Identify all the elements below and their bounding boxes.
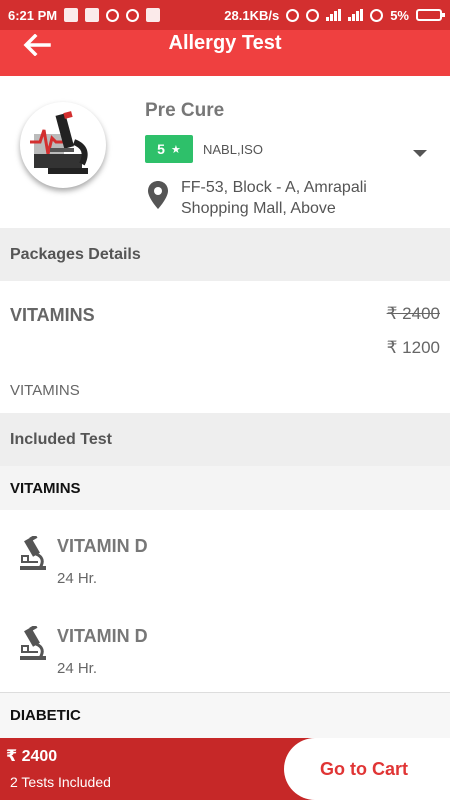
network-speed: 28.1KB/s [224,7,280,23]
test-name: VITAMIN D [57,626,148,646]
expand-button[interactable] [412,146,428,157]
app-bar: Allergy Test [0,30,450,76]
app-icon [146,8,161,22]
included-test-header: Included Test [0,413,450,466]
rating-value: 5 [157,141,165,157]
rating-badge: 5 ★ [145,135,193,163]
package-description: VITAMINS [10,382,80,399]
lab-card[interactable]: Pre Cure 5 ★ NABL,ISO FF-53, Block - A, … [0,76,450,228]
alarm-icon [306,8,320,22]
test-duration: 24 Hr. [57,660,98,677]
cart-summary-bar: ₹ 2400 2 Tests Included Go to Cart [0,738,450,800]
test-item[interactable]: VITAMIN D 24 Hr. [0,510,450,600]
total-price: ₹ 2400 [6,748,58,765]
test-item[interactable]: VITAMIN D 24 Hr. [0,600,450,690]
signal-2-icon [348,9,364,21]
test-duration: 24 Hr. [57,570,98,587]
facebook-icon [64,8,79,22]
chevron-down-icon [413,150,427,157]
package-original-price: ₹ 2400 [386,304,440,323]
message-icon [85,8,100,22]
signal-icon [326,9,342,21]
status-time: 6:21 PM [8,7,58,23]
test-group-header: VITAMINS [0,466,450,510]
wifi-icon [370,8,384,22]
lab-address: FF-53, Block - A, Amrapali Shopping Mall… [181,179,367,217]
status-bar: 6:21 PM 28.1KB/s 5% [0,0,450,30]
microscope-icon [18,534,48,574]
media-icon [126,8,140,22]
microscope-logo-icon [30,111,88,174]
test-group-header: DIABETIC [0,693,450,738]
packages-details-header: Packages Details [0,228,450,281]
page-title: Allergy Test [168,32,282,54]
lab-accreditation: NABL,ISO [203,142,263,157]
location-pin-icon [147,180,169,210]
package-name: VITAMINS [10,305,95,325]
package-price: ₹ 1200 [386,338,440,357]
test-name: VITAMIN D [57,536,148,556]
tests-included-count: 2 Tests Included [10,774,111,790]
notification-icon [106,8,120,22]
battery-percent: 5% [390,7,409,23]
package-card[interactable]: VITAMINS ₹ 2400 ₹ 1200 VITAMINS [0,281,450,413]
microscope-icon [18,624,48,664]
lab-name: Pre Cure [145,100,225,121]
go-to-cart-button[interactable]: Go to Cart [284,738,450,800]
lab-logo [20,102,106,188]
star-icon: ★ [170,143,181,156]
mute-icon [286,8,300,22]
battery-icon [416,9,445,21]
